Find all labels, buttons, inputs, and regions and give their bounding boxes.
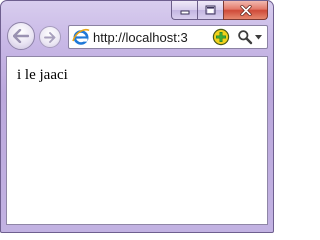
window-caption-buttons (171, 1, 268, 20)
back-arrow-icon (13, 29, 29, 43)
forward-button[interactable] (39, 26, 61, 48)
forward-arrow-icon (44, 31, 56, 43)
address-bar[interactable]: http://localhost:3 (68, 25, 268, 49)
internet-explorer-icon (72, 28, 90, 45)
search-magnifier-icon[interactable] (237, 29, 253, 45)
chevron-down-icon[interactable] (255, 35, 262, 40)
compatibility-view-icon[interactable] (212, 28, 230, 46)
close-icon (239, 4, 252, 16)
page-body-text: i le jaaci (17, 67, 68, 83)
back-button[interactable] (7, 22, 35, 50)
url-text[interactable]: http://localhost:3 (93, 30, 211, 45)
close-button[interactable] (223, 1, 268, 20)
minimize-icon (180, 10, 189, 15)
navigation-bar: http://localhost:3 (7, 21, 269, 51)
page-content: i le jaaci (6, 56, 268, 225)
maximize-button[interactable] (197, 1, 223, 20)
browser-window: http://localhost:3 i le jaaci (0, 0, 274, 233)
minimize-button[interactable] (171, 1, 197, 20)
maximize-icon (205, 5, 216, 15)
